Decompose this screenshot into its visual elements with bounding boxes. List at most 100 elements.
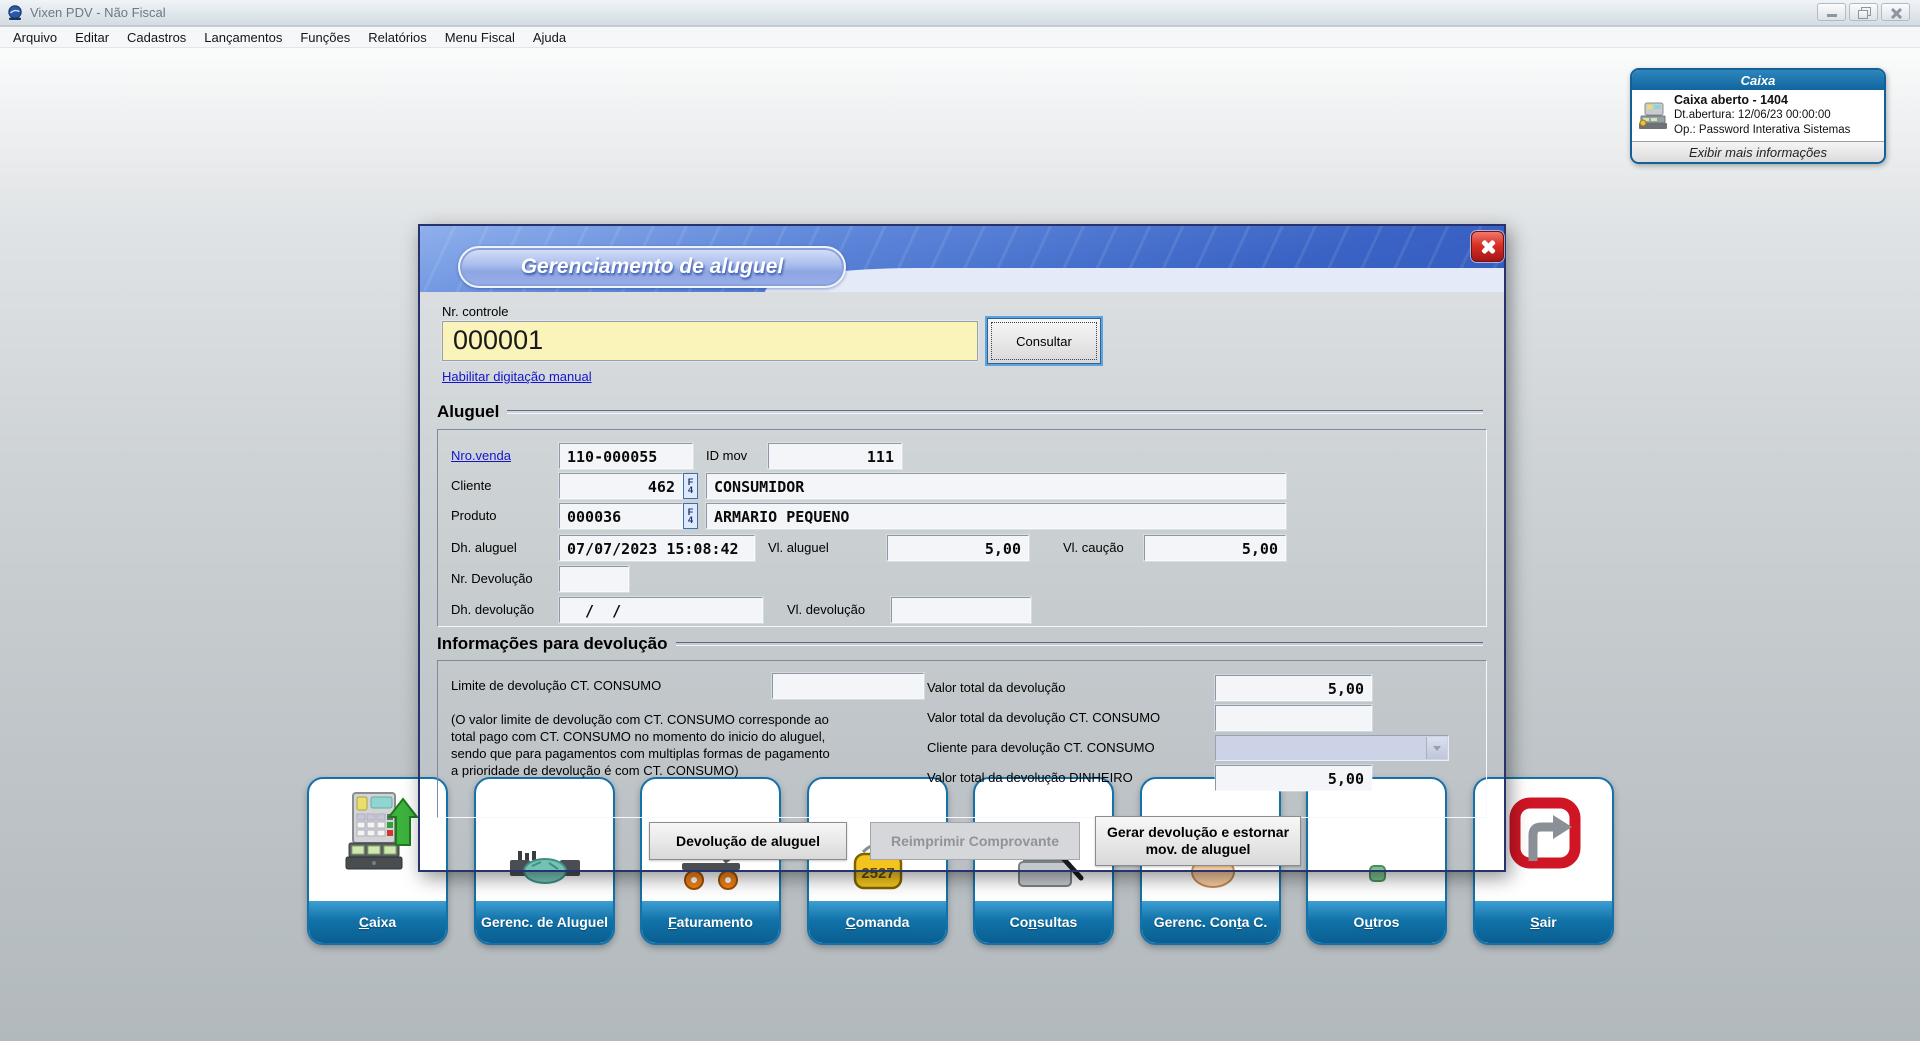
dh-aluguel-input[interactable]: 07/07/2023 15:08:42 [559,535,755,561]
produto-code-input[interactable]: 000036 [559,503,683,529]
toolbar-label-gerenc-aluguel: Gerenc. de Aluguel [476,901,613,943]
caixa-panel-body: Caixa aberto - 1404 Dt.abertura: 12/06/2… [1632,90,1884,141]
caixa-operator-text: Op.: Password Interativa Sistemas [1674,123,1850,138]
label-hotkey: C [846,914,856,930]
label-hotkey: n [1028,914,1037,930]
gerar-devolucao-button[interactable]: Gerar devolução e estornar mov. de alugu… [1095,816,1301,866]
dh-devolucao-input[interactable]: / / [559,597,763,623]
restore-icon [1858,7,1869,17]
label-post: omanda [856,914,910,930]
menu-cadastros[interactable]: Cadastros [118,28,195,47]
label-post: aixa [369,914,396,930]
toolbar-label-sair: Sair [1475,901,1612,943]
screen: Vixen PDV - Não Fiscal Arquivo Editar Ca… [0,0,1920,1041]
button-line2: mov. de aluguel [1146,841,1251,858]
label-hotkey: u [1364,914,1373,930]
valor-ct-consumo-input[interactable] [1215,705,1372,731]
section-title: Aluguel [437,402,499,422]
devolucao-groupbox: Limite de devolução CT. CONSUMO (O valor… [437,660,1487,818]
caixa-opened-text: Dt.abertura: 12/06/23 00:00:00 [1674,108,1850,123]
devolucao-section-heading: Informações para devolução [437,634,1483,654]
vl-aluguel-label: Vl. aluguel [768,540,829,555]
cliente-ct-consumo-dropdown[interactable] [1215,735,1449,761]
vl-devolucao-input[interactable] [891,597,1031,623]
menu-editar[interactable]: Editar [66,28,118,47]
vl-aluguel-input[interactable]: 5,00 [887,535,1029,561]
label-post: sultas [1037,914,1077,930]
valor-ct-consumo-label: Valor total da devolução CT. CONSUMO [927,710,1160,725]
label-pre: Co [1010,914,1029,930]
close-icon [1481,240,1495,254]
menu-relatorios[interactable]: Relatórios [359,28,436,47]
label-post: air [1540,914,1557,930]
minimize-button[interactable] [1817,3,1846,21]
toolbar-label-gerenc-conta: Gerenc. Conta C. [1142,901,1279,943]
nro-venda-link[interactable]: Nro.venda [451,448,511,463]
valor-total-label: Valor total da devolução [927,680,1066,695]
nro-venda-input[interactable]: 110-000055 [559,443,693,469]
cash-register-icon [1636,101,1670,131]
nr-devolucao-label: Nr. Devolução [451,571,533,586]
aluguel-section-heading: Aluguel [437,402,1483,422]
note-line: a prioridade de devolução é com CT. CONS… [451,762,830,779]
nr-devolucao-input[interactable] [559,566,629,592]
close-icon [1890,7,1901,18]
show-more-info-button[interactable]: Exibir mais informações [1632,141,1884,162]
cliente-f4-button[interactable]: F4 [683,473,698,499]
note-line: (O valor limite de devolução com CT. CON… [451,711,830,728]
aluguel-groupbox: Nro.venda 110-000055 ID mov 111 Cliente … [437,429,1487,627]
menu-ajuda[interactable]: Ajuda [524,28,575,47]
caixa-panel-title: Caixa [1632,70,1884,90]
ct-consumo-note: (O valor limite de devolução com CT. CON… [451,711,830,779]
vl-caucao-label: Vl. caução [1063,540,1124,555]
vl-devolucao-label: Vl. devolução [787,602,865,617]
label-pre: Gerenc. Con [1154,914,1237,930]
caixa-panel-info: Caixa aberto - 1404 Dt.abertura: 12/06/2… [1674,93,1850,138]
nr-controle-input[interactable]: 000001 [442,321,978,361]
dh-aluguel-label: Dh. aluguel [451,540,517,555]
window-controls [1817,3,1910,21]
restore-button[interactable] [1849,3,1878,21]
label-pre: O [1354,914,1365,930]
menubar: Arquivo Editar Cadastros Lançamentos Fun… [0,27,1920,48]
button-line1: Gerar devolução e estornar [1107,824,1289,841]
note-line: sendo que para pagamentos com multiplas … [451,745,830,762]
id-mov-input[interactable]: 111 [768,443,902,469]
vl-caucao-input[interactable]: 5,00 [1144,535,1286,561]
cliente-name-input[interactable]: CONSUMIDOR [706,473,1286,499]
limite-devolucao-input[interactable] [772,673,924,699]
caixa-status-text: Caixa aberto - 1404 [1674,93,1850,108]
caixa-status-panel: Caixa Caixa aberto - 1404 Dt.abertura: 1… [1630,68,1886,164]
label-post: tros [1373,914,1399,930]
menu-funcoes[interactable]: Funções [291,28,359,47]
chevron-down-icon [1426,737,1447,759]
produto-label: Produto [451,508,497,523]
toolbar-label-outros: Outros [1308,901,1445,943]
dialog-close-button[interactable] [1471,231,1504,262]
menu-arquivo[interactable]: Arquivo [4,28,66,47]
limite-devolucao-label: Limite de devolução CT. CONSUMO [451,678,661,693]
titlebar: Vixen PDV - Não Fiscal [0,0,1920,26]
valor-dinheiro-label: Valor total da devolução DINHEIRO [927,770,1133,785]
close-window-button[interactable] [1881,3,1910,21]
minimize-icon [1827,14,1837,17]
dialog-header-tabcut [765,268,1504,292]
menu-menu-fiscal[interactable]: Menu Fiscal [436,28,524,47]
cliente-code-input[interactable]: 462 [559,473,683,499]
toolbar-label-consultas: Consultas [975,901,1112,943]
enable-manual-entry-link[interactable]: Habilitar digitação manual [442,369,592,384]
valor-total-input[interactable]: 5,00 [1215,675,1372,701]
toolbar-label-caixa: Caixa [309,901,446,943]
consultar-button[interactable]: Consultar [987,318,1101,364]
toolbar-label-comanda: Comanda [809,901,946,943]
produto-f4-button[interactable]: F4 [683,503,698,529]
menu-lancamentos[interactable]: Lançamentos [195,28,291,47]
reimprimir-comprovante-button[interactable]: Reimprimir Comprovante [870,822,1080,860]
cliente-label: Cliente [451,478,491,493]
label-post: aturamento [677,914,753,930]
devolucao-aluguel-button[interactable]: Devolução de aluguel [649,822,847,860]
produto-name-input[interactable]: ARMARIO PEQUENO [706,503,1286,529]
cliente-ct-consumo-label: Cliente para devolução CT. CONSUMO [927,740,1155,755]
valor-dinheiro-input[interactable]: 5,00 [1215,765,1372,791]
window-title: Vixen PDV - Não Fiscal [30,5,166,20]
